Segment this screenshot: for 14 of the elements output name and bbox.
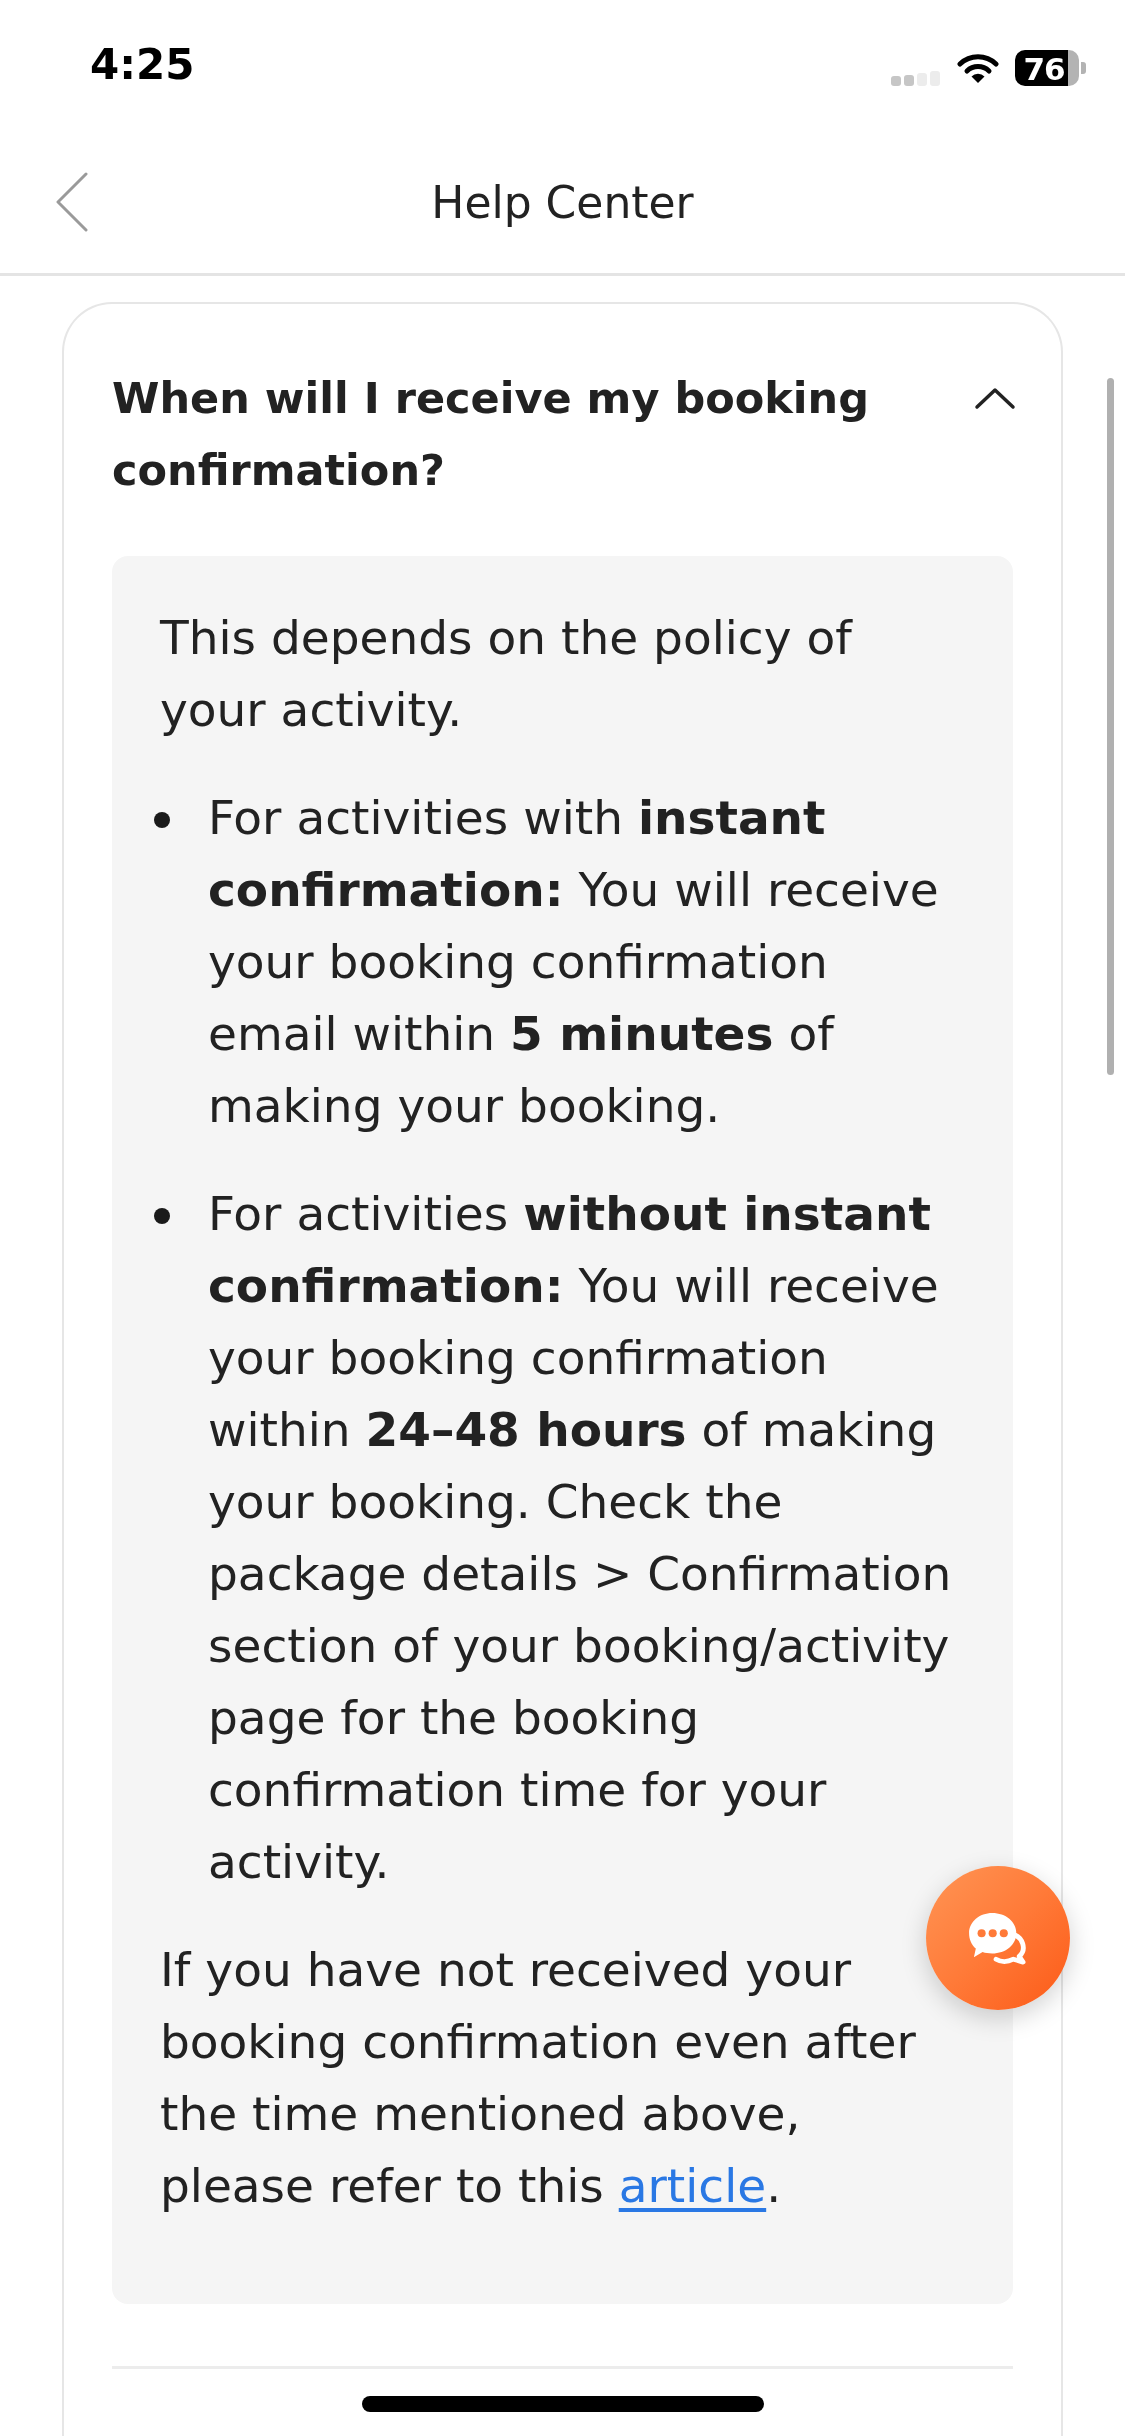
bullet-icon [154, 1208, 170, 1224]
bullet-text: For activities with instant confirmation: You will receive your booking confirmation email within 5 minutes of making your booking. [208, 789, 940, 1135]
answer-text: This depends on the policy of your activity. [160, 609, 854, 739]
faq-question[interactable]: When will I receive my booking confirmation? [112, 362, 1013, 506]
chat-bubbles-icon [968, 1911, 1028, 1965]
signal-icon [891, 71, 941, 86]
article-link[interactable]: article [618, 2158, 767, 2213]
bullet-icon [154, 812, 170, 828]
answer-text: If you have not received your booking confirmation even after the time mentioned above, please refer to this article. [160, 1941, 917, 2215]
bullet-text: For activities without instant confirmation: You will receive your booking confirmation within 24–48 hours of making your booking. Check the package details > Confirmation section of your booking/activity page for the booking confirmation time for your activity. [208, 1185, 953, 1891]
wifi-icon [957, 52, 999, 84]
back-icon[interactable] [55, 171, 89, 232]
status-time: 4:25 [90, 44, 195, 86]
page-title: Help Center [431, 176, 694, 230]
